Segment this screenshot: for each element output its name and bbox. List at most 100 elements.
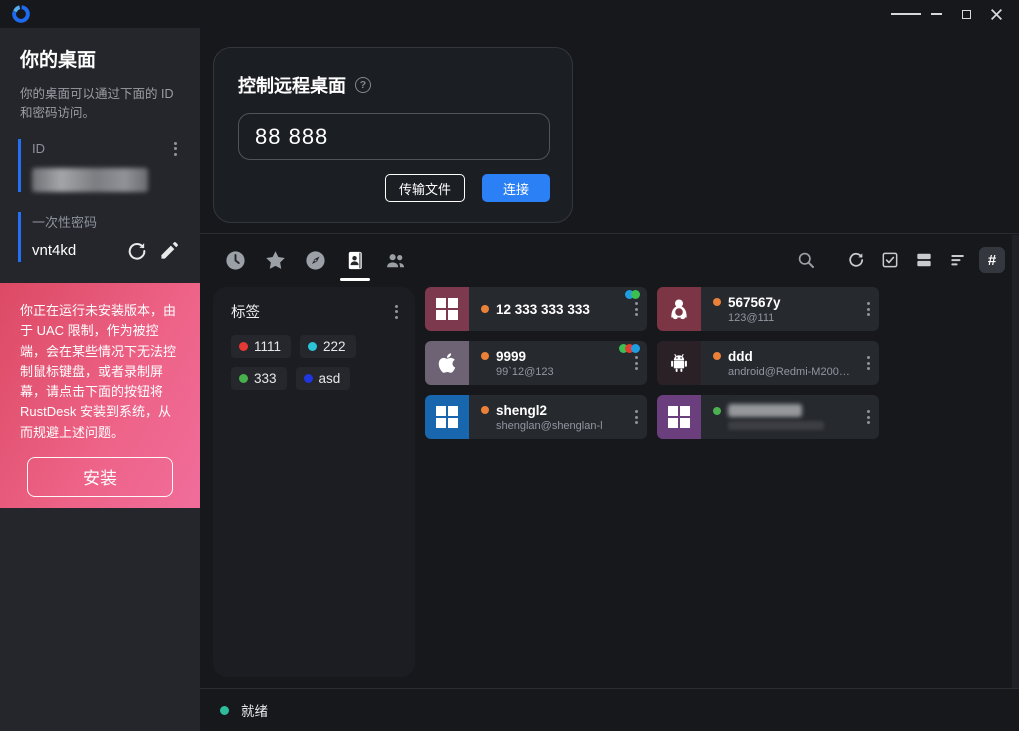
transfer-file-button[interactable]: 传输文件 <box>385 174 465 202</box>
peer-name-redacted <box>728 404 802 417</box>
card-view-icon[interactable] <box>911 247 937 273</box>
grid-view-icon[interactable]: # <box>979 247 1005 273</box>
platform-tile <box>425 395 469 439</box>
peer-badges <box>622 344 640 353</box>
peer-menu-dots-icon[interactable] <box>632 353 641 373</box>
tab-favorites[interactable] <box>260 234 290 286</box>
peer-card[interactable]: shengl2 shenglan@shenglan-l <box>425 395 647 439</box>
view-toolbar: # <box>793 247 1005 273</box>
tab-address-book[interactable] <box>340 234 370 286</box>
peer-card[interactable]: 567567y 123@111 <box>657 287 879 331</box>
platform-tile <box>425 341 469 385</box>
clock-icon <box>224 249 247 272</box>
close-icon[interactable] <box>981 2 1011 26</box>
select-checkbox-icon[interactable] <box>877 247 903 273</box>
tag-color-dot <box>239 342 248 351</box>
password-label: 一次性密码 <box>32 215 97 230</box>
tag-label: 222 <box>323 339 346 354</box>
tag-label: 333 <box>254 371 277 386</box>
peer-subtitle: android@Redmi-M2007J3SC <box>728 366 853 378</box>
tags-menu-dots-icon[interactable] <box>392 302 401 322</box>
peer-card[interactable]: 12 333 333 333 <box>425 287 647 331</box>
tab-discovered[interactable] <box>300 234 330 286</box>
sidebar-description: 你的桌面可以通过下面的 ID 和密码访问。 <box>20 85 180 123</box>
peer-toolbar: # <box>200 234 1019 286</box>
tag-label: 1111 <box>254 339 281 354</box>
id-label: ID <box>32 141 45 156</box>
peer-status-dot <box>481 406 489 414</box>
install-button[interactable]: 安装 <box>27 457 173 497</box>
windows-logo-icon <box>436 406 458 428</box>
address-book-icon <box>344 249 367 272</box>
tag-chip[interactable]: 1111 <box>231 335 291 358</box>
connect-panel: 控制远程桌面 ? 传输文件 连接 <box>213 47 573 223</box>
peer-status-dot <box>713 352 721 360</box>
session-badge <box>631 344 640 353</box>
windows-logo-icon <box>436 298 458 320</box>
peer-card[interactable]: ddd android@Redmi-M2007J3SC <box>657 341 879 385</box>
selected-tab-underline <box>340 278 370 281</box>
id-value-redacted <box>32 168 148 192</box>
tag-chip[interactable]: asd <box>296 367 351 390</box>
peer-menu-dots-icon[interactable] <box>632 299 641 319</box>
password-value: vnt4kd <box>32 242 116 259</box>
minimize-icon[interactable] <box>921 2 951 26</box>
star-icon <box>264 249 287 272</box>
platform-tile <box>657 287 701 331</box>
people-icon <box>384 249 407 272</box>
peer-status-dot <box>713 407 721 415</box>
tag-chip[interactable]: 333 <box>231 367 287 390</box>
peer-content: 标签 1111 222 333 <box>213 287 1013 677</box>
peer-card[interactable]: 9999 99`12@123 <box>425 341 647 385</box>
compass-icon <box>304 249 327 272</box>
menu-icon[interactable] <box>891 2 921 26</box>
id-section: ID <box>18 139 180 192</box>
list-view-icon[interactable] <box>945 247 971 273</box>
edit-pencil-icon[interactable] <box>158 240 180 262</box>
remote-id-input[interactable] <box>238 113 550 160</box>
peer-menu-dots-icon[interactable] <box>632 407 641 427</box>
peer-name: shengl2 <box>496 403 547 418</box>
peer-subtitle: 99`12@123 <box>496 366 621 378</box>
peer-subtitle: 123@111 <box>728 312 853 324</box>
peer-badges <box>628 290 640 299</box>
page-title: 你的桌面 <box>20 45 180 72</box>
tag-label: asd <box>319 371 341 386</box>
search-icon[interactable] <box>793 247 819 273</box>
refresh-password-icon[interactable] <box>126 240 148 262</box>
titlebar <box>0 0 1019 28</box>
windows-logo-icon <box>668 406 690 428</box>
peer-status-dot <box>481 305 489 313</box>
question-circle-icon[interactable]: ? <box>355 77 371 93</box>
maximize-icon[interactable] <box>951 2 981 26</box>
tab-recent-sessions[interactable] <box>220 234 250 286</box>
platform-tile <box>425 287 469 331</box>
platform-tile <box>657 341 701 385</box>
peer-menu-dots-icon[interactable] <box>864 299 873 319</box>
peer-menu-dots-icon[interactable] <box>864 407 873 427</box>
tab-group[interactable] <box>380 234 410 286</box>
peer-name: 12 333 333 333 <box>496 302 590 317</box>
peer-subtitle: shenglan@shenglan-l <box>496 420 621 432</box>
peer-name: 9999 <box>496 349 526 364</box>
connect-button[interactable]: 连接 <box>482 174 550 202</box>
status-dot <box>220 706 229 715</box>
tags-panel: 标签 1111 222 333 <box>213 287 415 677</box>
id-menu-dots-icon[interactable] <box>171 139 180 159</box>
peer-name: ddd <box>728 349 753 364</box>
peer-card[interactable] <box>657 395 879 439</box>
tags-title: 标签 <box>231 301 260 322</box>
peer-status-dot <box>713 298 721 306</box>
tag-chip[interactable]: 222 <box>300 335 356 358</box>
session-badge <box>631 290 640 299</box>
password-section: 一次性密码 vnt4kd <box>18 212 180 262</box>
peer-menu-dots-icon[interactable] <box>864 353 873 373</box>
apple-logo-icon <box>434 350 460 376</box>
scrollbar[interactable] <box>1012 235 1019 688</box>
tag-color-dot <box>308 342 317 351</box>
install-warning-text: 你正在运行未安装版本，由于 UAC 限制，作为被控端，会在某些情况下无法控制鼠标… <box>20 301 180 443</box>
linux-logo-icon <box>666 296 692 322</box>
tag-color-dot <box>304 374 313 383</box>
refresh-icon[interactable] <box>843 247 869 273</box>
peer-grid: 12 333 333 333 <box>425 287 879 677</box>
